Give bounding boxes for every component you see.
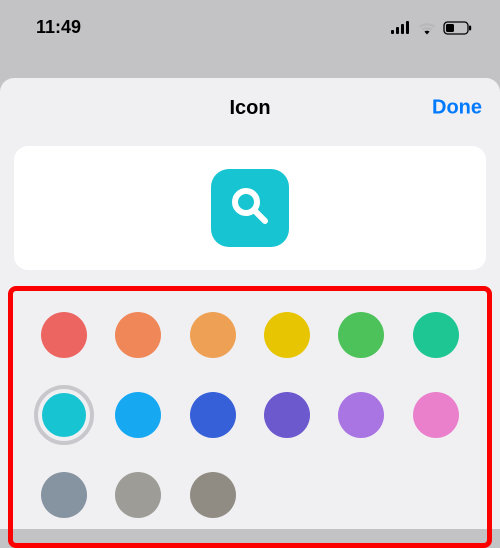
color-swatch-green[interactable]	[331, 305, 391, 365]
color-swatch-sky[interactable]	[108, 385, 168, 445]
color-dot	[42, 393, 86, 437]
color-dot	[190, 312, 236, 358]
color-swatch-indigo[interactable]	[257, 385, 317, 445]
color-swatch-red[interactable]	[34, 305, 94, 365]
battery-icon	[443, 21, 472, 35]
done-button[interactable]: Done	[432, 97, 482, 120]
icon-picker-sheet: Icon Done	[0, 78, 500, 529]
color-swatch-pink[interactable]	[406, 385, 466, 445]
color-swatch-slate[interactable]	[34, 465, 94, 525]
color-dot	[190, 392, 236, 438]
search-icon	[227, 183, 273, 234]
color-grid	[27, 305, 473, 525]
color-swatch-yellow[interactable]	[257, 305, 317, 365]
color-dot	[115, 312, 161, 358]
status-indicators	[391, 21, 472, 35]
color-swatch-violet[interactable]	[331, 385, 391, 445]
color-swatch-warm-gray[interactable]	[183, 465, 243, 525]
color-swatch-gray[interactable]	[108, 465, 168, 525]
color-dot	[190, 472, 236, 518]
color-swatch-amber[interactable]	[183, 305, 243, 365]
status-bar: 11:49	[0, 0, 500, 55]
cellular-signal-icon	[391, 21, 411, 34]
color-picker-highlight	[8, 286, 492, 548]
icon-preview-card	[14, 146, 486, 270]
color-swatch-blue[interactable]	[183, 385, 243, 445]
color-dot	[264, 392, 310, 438]
color-swatch-orange[interactable]	[108, 305, 168, 365]
color-dot	[41, 472, 87, 518]
wifi-icon	[417, 21, 437, 35]
color-dot	[264, 312, 310, 358]
color-swatch-cyan[interactable]	[34, 385, 94, 445]
color-dot	[338, 392, 384, 438]
status-time: 11:49	[36, 17, 81, 38]
color-swatch-teal[interactable]	[406, 305, 466, 365]
icon-preview-swatch	[211, 169, 289, 247]
color-dot	[115, 392, 161, 438]
color-dot	[115, 472, 161, 518]
color-dot	[413, 392, 459, 438]
color-dot	[41, 312, 87, 358]
sheet-title: Icon	[229, 97, 270, 120]
color-dot	[338, 312, 384, 358]
color-dot	[413, 312, 459, 358]
sheet-header: Icon Done	[0, 78, 500, 138]
